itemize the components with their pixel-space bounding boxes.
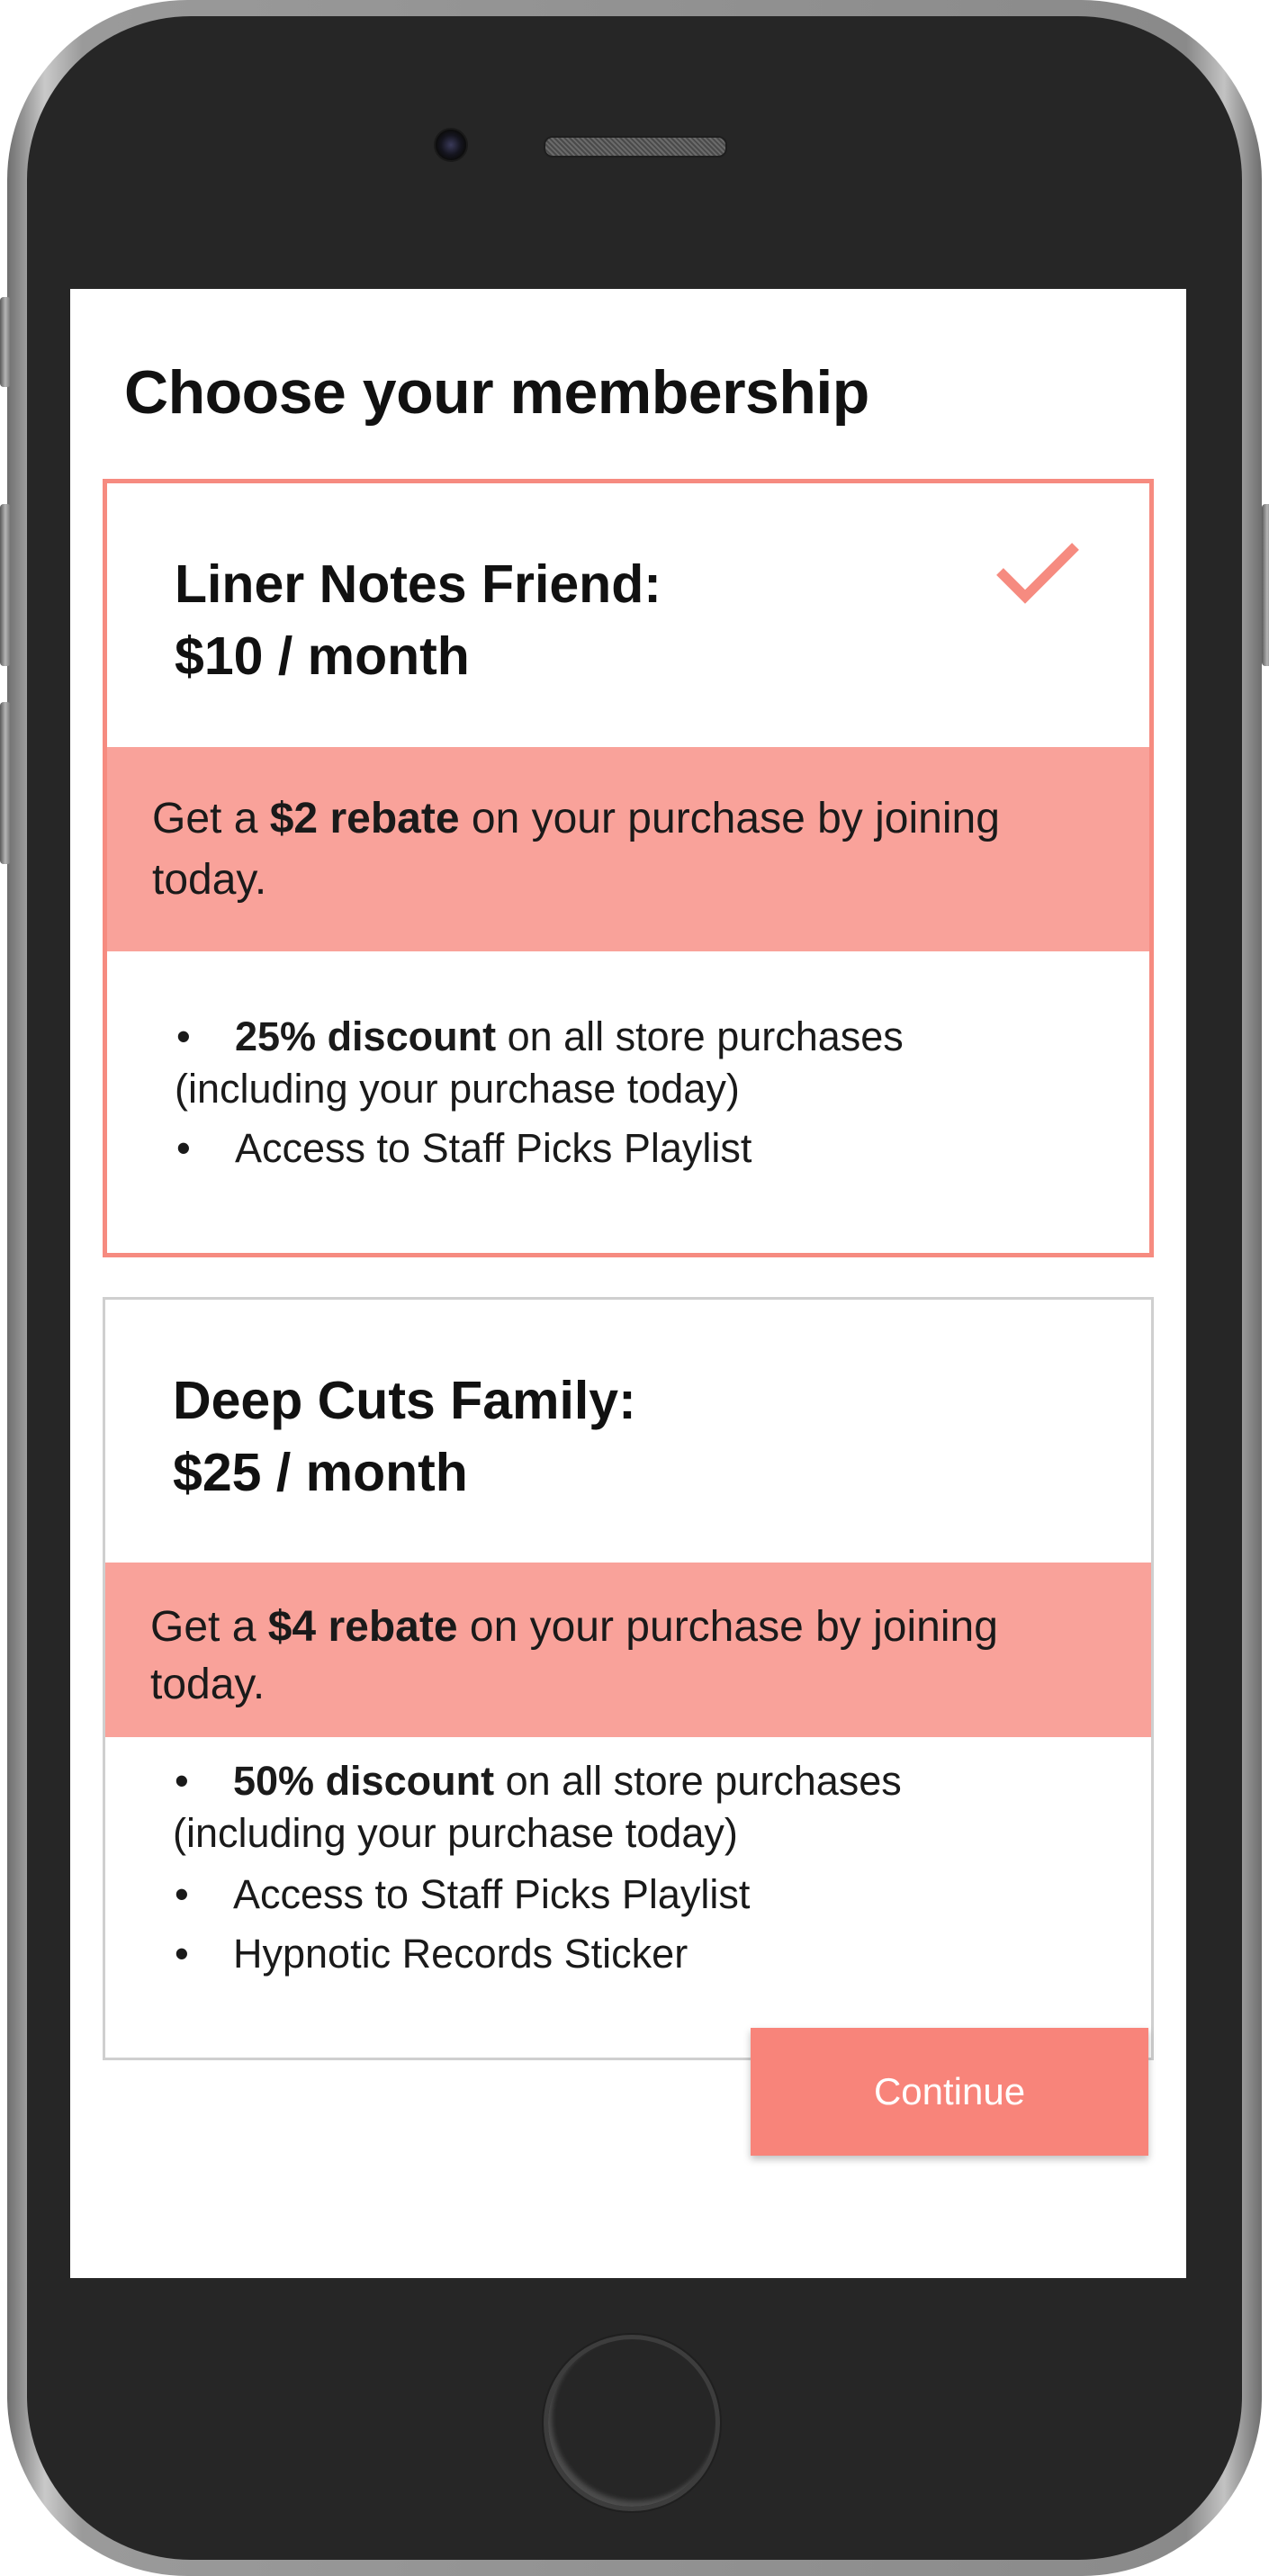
benefit-continuation: (including your purchase today)	[175, 1066, 740, 1112]
benefit-highlight: 25% discount	[235, 1013, 497, 1059]
bullet-icon: •	[176, 1013, 191, 1059]
plan-price: $25 / month	[173, 1443, 468, 1502]
rebate-banner: Get a $2 rebate on your purchase by join…	[107, 747, 1149, 951]
benefit-list: • 50% discount on all store purchases (inc…	[105, 1737, 1151, 1980]
benefit-item: • 50% discount on all store purchases (inc…	[173, 1755, 1115, 1860]
benefit-item: • 25% discount on all store purchases (inc…	[175, 1011, 1113, 1115]
home-button[interactable]	[544, 2335, 720, 2511]
rebate-amount: $4 rebate	[267, 1603, 458, 1651]
earpiece-speaker	[544, 136, 727, 158]
plan-header: Liner Notes Friend: $10 / month	[107, 483, 1149, 747]
bullet-icon: •	[175, 1931, 189, 1977]
benefit-text: Hypnotic Records Sticker	[233, 1931, 688, 1977]
rebate-prefix: Get a	[152, 795, 270, 842]
benefit-text: on all store purchases	[494, 1758, 902, 1804]
benefit-text: Access to Staff Picks Playlist	[235, 1125, 752, 1171]
front-camera	[434, 128, 468, 162]
plan-card-liner-notes-friend[interactable]: Liner Notes Friend: $10 / month Get a $2…	[103, 479, 1154, 1257]
plan-price: $10 / month	[175, 626, 470, 686]
checkmark-icon	[996, 543, 1079, 604]
benefit-text: Access to Staff Picks Playlist	[233, 1871, 751, 1917]
benefit-highlight: 50% discount	[233, 1758, 495, 1804]
benefit-item: • Hypnotic Records Sticker	[173, 1928, 1115, 1980]
bullet-icon: •	[175, 1871, 189, 1917]
benefit-text: on all store purchases	[496, 1013, 904, 1059]
rebate-amount: $2 rebate	[269, 795, 460, 842]
screen: Choose your membership Liner Notes Frien…	[70, 289, 1186, 2278]
benefit-item: • Access to Staff Picks Playlist	[173, 1869, 1115, 1921]
rebate-banner: Get a $4 rebate on your purchase by join…	[105, 1563, 1151, 1737]
volume-up-button	[0, 504, 11, 666]
bullet-icon: •	[175, 1758, 189, 1804]
mute-switch	[0, 297, 11, 387]
page-title: Choose your membership	[124, 358, 869, 427]
power-button	[1262, 504, 1269, 666]
volume-down-button	[0, 702, 11, 864]
bullet-icon: •	[176, 1125, 191, 1171]
benefit-item: • Access to Staff Picks Playlist	[175, 1122, 1113, 1175]
plan-name: Deep Cuts Family:	[173, 1371, 636, 1430]
continue-button[interactable]: Continue	[751, 2028, 1148, 2156]
plan-card-deep-cuts-family[interactable]: Deep Cuts Family: $25 / month Get a $4 r…	[103, 1297, 1154, 2060]
rebate-prefix: Get a	[150, 1603, 268, 1651]
benefit-list: • 25% discount on all store purchases (inc…	[107, 951, 1149, 1175]
benefit-continuation: (including your purchase today)	[173, 1810, 738, 1856]
plan-header: Deep Cuts Family: $25 / month	[105, 1300, 1151, 1563]
